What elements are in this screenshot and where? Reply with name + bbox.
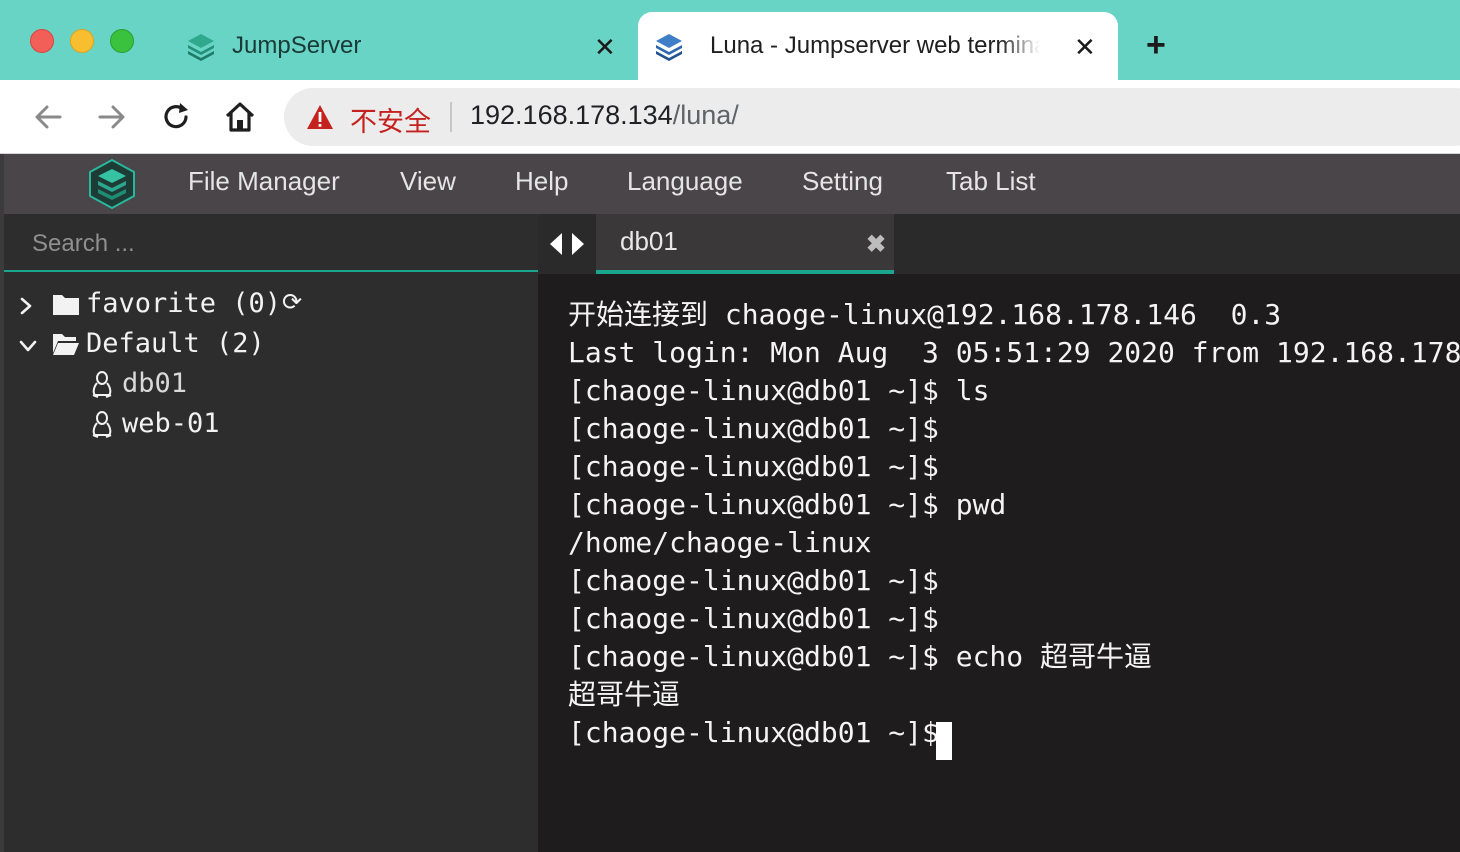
tree-node-label: favorite (0) — [86, 288, 282, 319]
scroll-tabs-arrows-icon[interactable] — [548, 232, 586, 256]
tree-node-db01[interactable]: db01 — [4, 368, 538, 404]
url-text[interactable]: 192.168.178.134/luna/ — [470, 100, 739, 131]
chevron-right-icon[interactable] — [16, 294, 36, 318]
tree-node-label: Default (2) — [86, 328, 265, 359]
refresh-icon[interactable]: ⟳ — [282, 288, 302, 317]
close-tab-icon[interactable]: ✖ — [866, 230, 886, 259]
terminal-line: [chaoge-linux@db01 ~]$ — [568, 450, 939, 483]
browser-tab-luna[interactable]: Luna - Jumpserver web terminal ✕ — [638, 12, 1118, 80]
close-tab-icon[interactable]: ✕ — [594, 34, 616, 60]
window-minimize-button[interactable] — [70, 29, 94, 53]
terminal-tab-label: db01 — [620, 226, 678, 256]
menu-view[interactable]: View — [400, 166, 456, 197]
folder-icon — [53, 295, 79, 315]
asset-tree-sidebar: favorite (0) ⟳ Default (2) db01 web-01 — [4, 214, 538, 852]
browser-toolbar: 不安全 192.168.178.134/luna/ — [0, 80, 1460, 154]
folder-open-icon — [53, 334, 79, 355]
browser-tab-title: Luna - Jumpserver web terminal — [710, 32, 1040, 59]
window-close-button[interactable] — [30, 29, 54, 53]
browser-tab-strip: JumpServer ✕ Luna - Jumpserver web termi… — [0, 0, 1460, 80]
jumpserver-logo-icon — [89, 158, 135, 210]
tree-node-favorite[interactable]: favorite (0) ⟳ — [4, 288, 538, 324]
home-icon — [225, 102, 255, 132]
jumpserver-logo-icon — [188, 34, 214, 61]
new-tab-button[interactable]: + — [1146, 28, 1166, 62]
linux-icon — [92, 411, 112, 438]
warning-icon — [307, 105, 333, 129]
menu-help[interactable]: Help — [515, 166, 568, 197]
terminal-line: [chaoge-linux@db01 ~]$ ls — [568, 374, 990, 407]
url-path: /luna/ — [672, 100, 739, 130]
terminal-line: [chaoge-linux@db01 ~]$ echo 超哥牛逼 — [568, 640, 1153, 673]
luna-logo-icon — [656, 34, 682, 61]
search-input[interactable] — [30, 224, 514, 264]
security-status-label[interactable]: 不安全 — [350, 100, 431, 139]
tree-node-web-01[interactable]: web-01 — [4, 408, 538, 444]
chevron-down-icon[interactable] — [18, 334, 38, 358]
terminal-line: /home/chaoge-linux — [568, 526, 872, 559]
terminal-line: [chaoge-linux@db01 ~]$ — [568, 716, 956, 749]
url-host: 192.168.178.134 — [470, 100, 673, 130]
menu-setting[interactable]: Setting — [802, 166, 883, 197]
browser-tab-jumpserver[interactable]: JumpServer ✕ — [170, 12, 636, 80]
menu-file-manager[interactable]: File Manager — [188, 166, 340, 197]
terminal-tab-db01[interactable]: db01 ✖ — [596, 214, 894, 274]
forward-button[interactable] — [94, 99, 130, 135]
reload-button[interactable] — [158, 99, 194, 135]
tree-node-label: web-01 — [122, 408, 220, 439]
terminal-line: [chaoge-linux@db01 ~]$ pwd — [568, 488, 1007, 521]
terminal-line: 开始连接到 chaoge-linux@192.168.178.146 0.3 — [568, 298, 1282, 331]
tree-node-label: db01 — [122, 368, 188, 399]
close-tab-icon[interactable]: ✕ — [1074, 34, 1096, 60]
window-maximize-button[interactable] — [110, 29, 134, 53]
address-bar[interactable]: 不安全 192.168.178.134/luna/ — [284, 88, 1460, 146]
search-box — [4, 214, 538, 272]
terminal-line: [chaoge-linux@db01 ~]$ — [568, 602, 939, 635]
back-button[interactable] — [30, 99, 66, 135]
reload-icon — [164, 103, 188, 129]
address-separator — [450, 102, 452, 132]
tree-node-default[interactable]: Default (2) — [4, 328, 538, 364]
luna-menu-bar: File Manager View Help Language Setting … — [4, 154, 1460, 214]
arrow-left-icon — [35, 105, 62, 129]
terminal-line: [chaoge-linux@db01 ~]$ — [568, 564, 939, 597]
home-button[interactable] — [222, 99, 258, 135]
menu-language[interactable]: Language — [627, 166, 743, 197]
terminal-line: 超哥牛逼 — [568, 678, 681, 711]
terminal-screen[interactable]: 开始连接到 chaoge-linux@192.168.178.146 0.3 L… — [538, 274, 1460, 852]
arrow-right-icon — [98, 105, 125, 129]
terminal-line: [chaoge-linux@db01 ~]$ — [568, 412, 939, 445]
terminal-tab-bar: db01 ✖ — [538, 214, 1460, 274]
terminal-cursor — [936, 722, 952, 760]
browser-tab-title: JumpServer — [232, 32, 362, 59]
menu-tab-list[interactable]: Tab List — [946, 166, 1036, 197]
terminal-line: Last login: Mon Aug 3 05:51:29 2020 from… — [568, 336, 1460, 369]
linux-icon — [92, 371, 112, 398]
